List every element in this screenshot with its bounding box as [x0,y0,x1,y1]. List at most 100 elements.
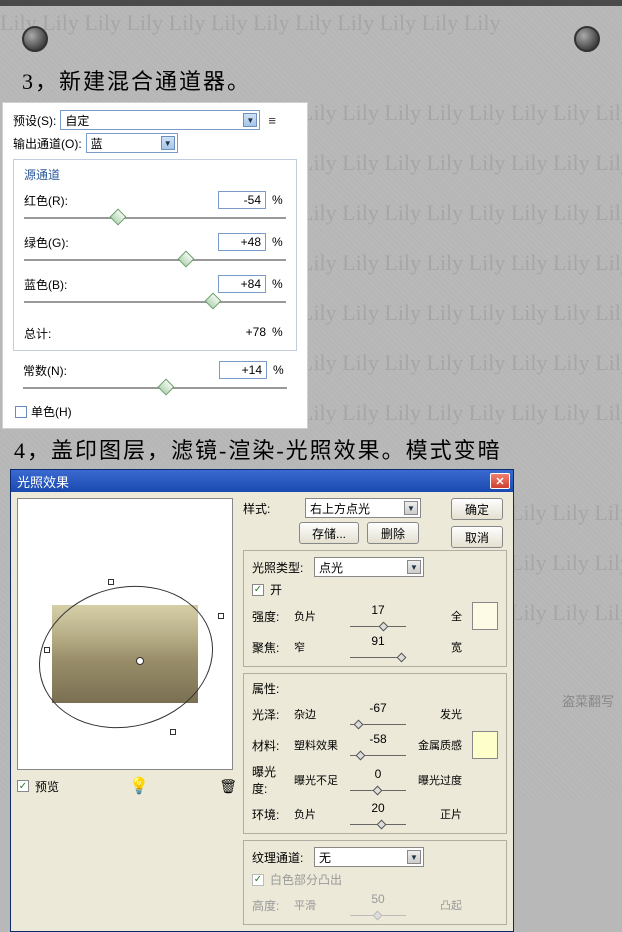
lighting-preview[interactable] [17,498,233,770]
light-ellipse[interactable] [24,568,229,746]
properties-title: 属性: [252,680,498,697]
light-handle[interactable] [170,729,176,735]
step-4-heading: 4，盖印图层，滤镜-渲染-光照效果。模式变暗 [0,429,622,469]
blue-slider[interactable] [24,295,286,309]
rivet-decoration [574,26,600,52]
output-channel-select[interactable]: 蓝 ▼ [86,133,178,153]
percent-label: % [272,235,286,249]
height-value: 50 [371,892,384,906]
exposure-left: 曝光不足 [294,772,346,788]
ambience-color-swatch[interactable] [472,731,498,759]
total-value: +78 [218,325,266,342]
intensity-label: 强度: [252,608,290,625]
material-right: 金属质感 [410,737,462,753]
rivet-decoration [22,26,48,52]
total-label: 总计: [24,325,51,342]
channel-mixer-panel: 预设(S): 自定 ▼ ≡ 输出通道(O): 蓝 ▼ 源通道 红色(R): -5… [2,102,308,429]
light-color-swatch[interactable] [472,602,498,630]
height-label: 高度: [252,897,290,914]
output-channel-label: 输出通道(O): [13,135,82,152]
percent-label: % [273,363,287,377]
red-value-input[interactable]: -54 [218,191,266,209]
focus-left: 窄 [294,639,346,655]
height-right: 凸起 [410,897,462,913]
slider-thumb[interactable] [178,251,195,268]
percent-label: % [272,325,286,342]
preset-value: 自定 [65,112,89,129]
intensity-slider[interactable] [350,617,406,629]
height-slider [350,906,406,918]
checkbox-icon [15,406,27,418]
green-label: 绿色(G): [24,234,69,251]
red-slider[interactable] [24,211,286,225]
light-type-value: 点光 [319,559,343,576]
material-left: 塑料效果 [294,737,346,753]
blue-value-input[interactable]: +84 [218,275,266,293]
slider-thumb[interactable] [110,209,127,226]
slider-thumb[interactable] [204,293,221,310]
chevron-down-icon: ▼ [161,136,175,150]
style-select[interactable]: 右上方点光 ▼ [305,498,421,518]
dialog-titlebar: 光照效果 ✕ [11,470,513,492]
delete-style-button[interactable]: 删除 [367,522,419,544]
gloss-right: 发光 [410,706,462,722]
focus-label: 聚焦: [252,639,290,656]
constant-value-input[interactable]: +14 [219,361,267,379]
light-handle[interactable] [44,647,50,653]
slider-thumb[interactable] [157,379,174,396]
exposure-slider[interactable] [350,781,406,793]
close-button[interactable]: ✕ [490,473,510,489]
lightbulb-icon[interactable]: 💡 [129,776,149,796]
texture-channel-select[interactable]: 无 ▼ [314,847,424,867]
focus-slider[interactable] [350,648,406,660]
gloss-slider[interactable] [350,715,406,727]
trash-icon[interactable]: 🗑 [219,778,237,795]
exposure-right: 曝光过度 [410,772,462,788]
constant-slider[interactable] [23,381,287,395]
dialog-title: 光照效果 [17,472,69,491]
gloss-left: 杂边 [294,706,346,722]
light-handle[interactable] [218,613,224,619]
step-3-heading: 3，新建混合通道器。 [0,6,622,102]
gloss-value: -67 [369,701,386,715]
intensity-left: 负片 [294,608,346,624]
material-label: 材料: [252,737,290,754]
monochrome-label: 单色(H) [31,403,72,420]
style-label: 样式: [243,500,299,517]
focus-right: 宽 [410,639,462,655]
gloss-label: 光泽: [252,706,290,723]
percent-label: % [272,277,286,291]
material-slider[interactable] [350,746,406,758]
chevron-down-icon: ▼ [404,501,418,515]
green-slider[interactable] [24,253,286,267]
save-style-button[interactable]: 存储... [299,522,359,544]
menu-icon[interactable]: ≡ [268,113,276,128]
light-center-handle[interactable] [136,657,144,665]
preset-select[interactable]: 自定 ▼ [60,110,260,130]
material-value: -58 [369,732,386,746]
ambience-label: 环境: [252,806,290,823]
cancel-button[interactable]: 取消 [451,526,503,548]
light-on-checkbox[interactable]: ✓ [252,584,264,596]
monochrome-checkbox[interactable]: 单色(H) [13,403,297,420]
exposure-label: 曝光度: [252,763,290,797]
light-type-select[interactable]: 点光 ▼ [314,557,424,577]
constant-label: 常数(N): [23,362,67,379]
style-value: 右上方点光 [310,500,370,517]
blue-label: 蓝色(B): [24,276,67,293]
red-label: 红色(R): [24,192,68,209]
percent-label: % [272,193,286,207]
intensity-value: 17 [371,603,384,617]
light-on-label: 开 [270,581,282,598]
chevron-down-icon: ▼ [243,113,257,127]
chevron-down-icon: ▼ [407,850,421,864]
preview-checkbox[interactable]: ✓ [17,780,29,792]
ambience-slider[interactable] [350,815,406,827]
ambience-value: 20 [371,801,384,815]
light-handle[interactable] [108,579,114,585]
source-channels-fieldset: 源通道 红色(R): -54 % 绿色(G): +48 % [13,159,297,351]
height-left: 平滑 [294,897,346,913]
green-value-input[interactable]: +48 [218,233,266,251]
lighting-effects-dialog: 光照效果 ✕ 确定 取消 ✓ 预览 [10,469,514,932]
ok-button[interactable]: 确定 [451,498,503,520]
